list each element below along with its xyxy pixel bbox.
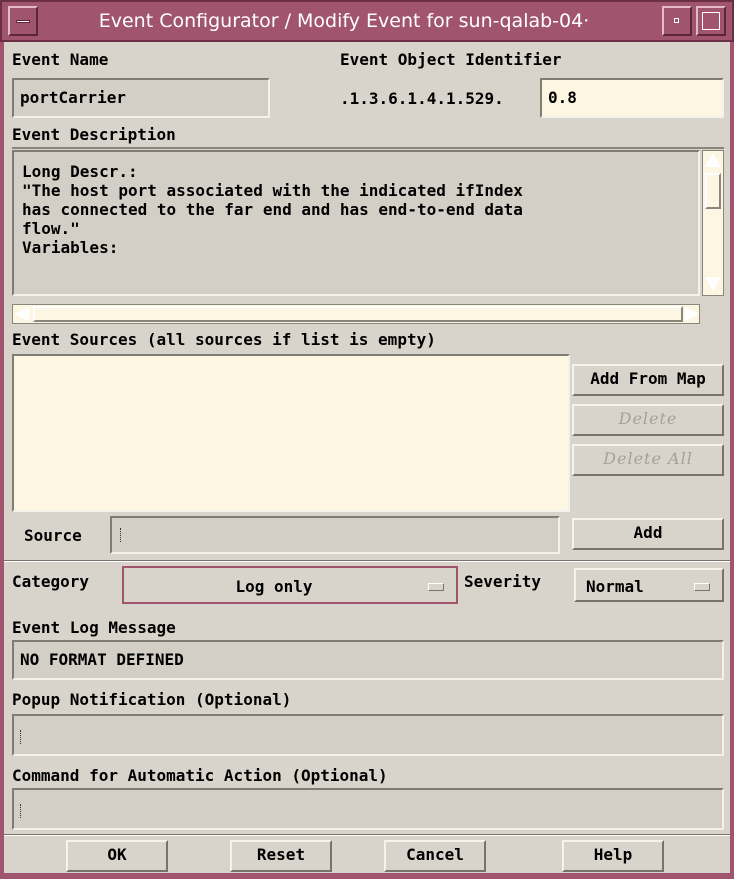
help-button[interactable]: Help (562, 840, 664, 872)
add-source-button[interactable]: Add (572, 518, 724, 550)
horizontal-scroll-thumb[interactable] (33, 306, 683, 322)
window-title: Event Configurator / Modify Event for su… (98, 10, 590, 32)
event-oid-field[interactable]: 0.8 (540, 78, 724, 118)
category-option-menu[interactable]: Log only (122, 566, 458, 604)
option-menu-indicator-icon (694, 583, 710, 591)
description-vertical-scrollbar[interactable] (702, 150, 724, 296)
event-log-message-label: Event Log Message (12, 618, 176, 637)
event-description-label: Event Description (12, 125, 176, 144)
minimize-button[interactable] (662, 6, 692, 36)
minimize-icon (674, 18, 679, 23)
event-name-field[interactable]: portCarrier (12, 78, 270, 118)
command-action-label: Command for Automatic Action (Optional) (12, 766, 388, 785)
maximize-icon (702, 12, 720, 30)
vertical-scroll-thumb[interactable] (705, 173, 721, 209)
event-sources-list[interactable] (12, 354, 570, 512)
popup-notification-field[interactable] (12, 714, 724, 756)
reset-button[interactable]: Reset (230, 840, 332, 872)
scroll-right-arrow-icon[interactable] (685, 307, 699, 321)
severity-label: Severity (464, 572, 542, 591)
text-cursor-icon (20, 730, 23, 744)
option-menu-indicator-icon (428, 583, 444, 591)
title-bar[interactable]: Event Configurator / Modify Event for su… (0, 0, 734, 42)
severity-option-menu[interactable]: Normal (574, 568, 724, 602)
text-cursor-icon (20, 804, 23, 818)
event-log-message-field[interactable]: NO FORMAT DEFINED (12, 640, 724, 680)
category-value: Log only (235, 577, 313, 596)
window-frame-bottom (0, 873, 734, 879)
scroll-left-arrow-icon[interactable] (15, 307, 29, 321)
window-menu-icon (16, 20, 30, 23)
delete-all-button[interactable]: Delete All (572, 444, 724, 476)
severity-value: Normal (586, 577, 644, 596)
add-from-map-button[interactable]: Add From Map (572, 364, 724, 396)
separator (4, 834, 730, 836)
popup-notification-label: Popup Notification (Optional) (12, 690, 292, 709)
event-sources-label: Event Sources (all sources if list is em… (12, 330, 436, 349)
event-description-textarea[interactable]: Long Descr.: "The host port associated w… (12, 150, 700, 296)
delete-button[interactable]: Delete (572, 404, 724, 436)
window-frame-left (0, 42, 4, 879)
source-label: Source (24, 526, 82, 545)
window-menu-button[interactable] (8, 6, 38, 36)
event-name-label: Event Name (12, 50, 109, 69)
category-label: Category (12, 572, 90, 591)
cancel-button[interactable]: Cancel (384, 840, 486, 872)
description-horizontal-scrollbar[interactable] (12, 304, 700, 324)
event-oid-prefix: .1.3.6.1.4.1.529. (340, 89, 504, 108)
source-input[interactable] (110, 516, 560, 554)
ok-button[interactable]: OK (66, 840, 168, 872)
scroll-down-arrow-icon[interactable] (705, 277, 721, 291)
text-cursor-icon (120, 528, 123, 542)
maximize-button[interactable] (696, 6, 726, 36)
command-action-field[interactable] (12, 788, 724, 830)
divider (12, 147, 724, 149)
event-oid-label: Event Object Identifier (340, 50, 562, 69)
separator (4, 560, 730, 562)
scroll-up-arrow-icon[interactable] (705, 153, 721, 167)
window-frame-right (730, 42, 734, 879)
